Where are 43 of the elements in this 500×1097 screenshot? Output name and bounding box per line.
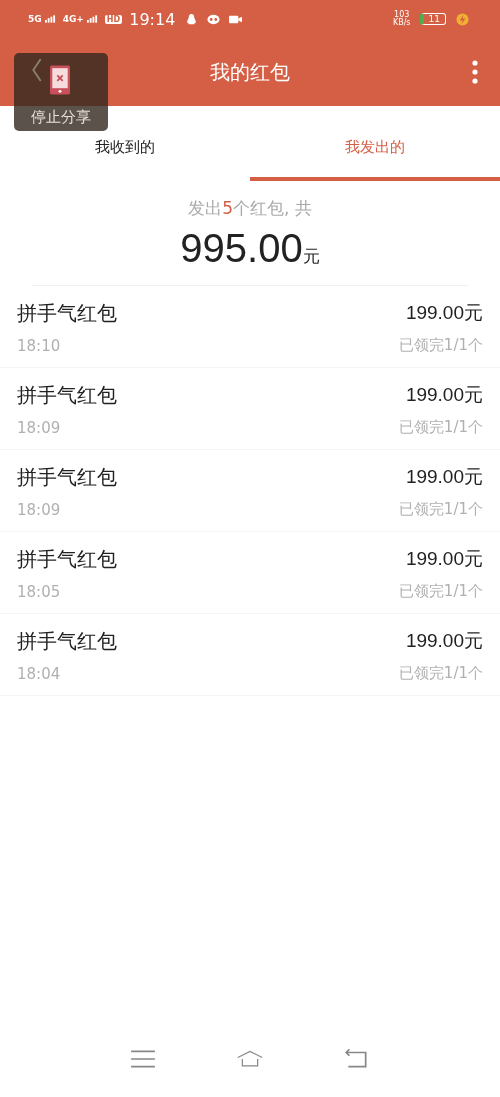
signal-icon xyxy=(86,15,98,23)
phone-icon xyxy=(50,65,70,95)
packet-amount: 199.00元 xyxy=(405,301,483,325)
page-title: 我的红包 xyxy=(210,58,290,86)
packet-time: 18:09 xyxy=(17,501,62,519)
charging-icon xyxy=(456,12,469,26)
packet-time: 18:10 xyxy=(17,337,62,355)
packet-time: 18:05 xyxy=(17,583,62,601)
share-label: 停止分享 xyxy=(31,108,91,127)
packet-name: 拼手气红包 xyxy=(17,546,117,573)
more-icon[interactable] xyxy=(472,60,478,84)
back-icon[interactable] xyxy=(343,1048,370,1070)
packet-amount: 199.00元 xyxy=(405,465,483,489)
packet-time: 18:09 xyxy=(17,419,62,437)
penguin-icon xyxy=(185,12,199,26)
hd-badge: HD xyxy=(104,14,123,24)
home-icon[interactable] xyxy=(237,1048,263,1070)
summary-text: 发出5个红包, 共 xyxy=(188,197,312,220)
currency-unit: 元 xyxy=(302,245,320,268)
packet-time: 18:04 xyxy=(17,665,62,683)
battery-icon: 11 xyxy=(419,13,446,25)
network-label: 5G xyxy=(28,14,42,24)
menu-icon[interactable] xyxy=(130,1048,157,1070)
packet-status: 已领完1/1个 xyxy=(398,336,483,355)
total-amount: 995.00 xyxy=(180,226,303,271)
packet-status: 已领完1/1个 xyxy=(398,664,483,683)
packet-amount: 199.00元 xyxy=(405,547,483,571)
packet-name: 拼手气红包 xyxy=(17,300,117,327)
mask-icon xyxy=(207,12,221,26)
packet-status: 已领完1/1个 xyxy=(398,582,483,601)
packet-status: 已领完1/1个 xyxy=(398,418,483,437)
signal-icon xyxy=(44,15,56,23)
back-icon[interactable] xyxy=(32,58,42,82)
share-overlay[interactable]: 停止分享 xyxy=(14,53,108,131)
packet-name: 拼手气红包 xyxy=(17,382,117,409)
packet-name: 拼手气红包 xyxy=(17,464,117,491)
packet-name: 拼手气红包 xyxy=(17,628,117,655)
packet-amount: 199.00元 xyxy=(405,629,483,653)
network-label: 4G+ xyxy=(62,14,84,24)
packet-status: 已领完1/1个 xyxy=(398,500,483,519)
status-time: 19:14 xyxy=(129,9,176,29)
packet-amount: 199.00元 xyxy=(405,383,483,407)
network-speed: 103 KB/s xyxy=(392,11,411,27)
